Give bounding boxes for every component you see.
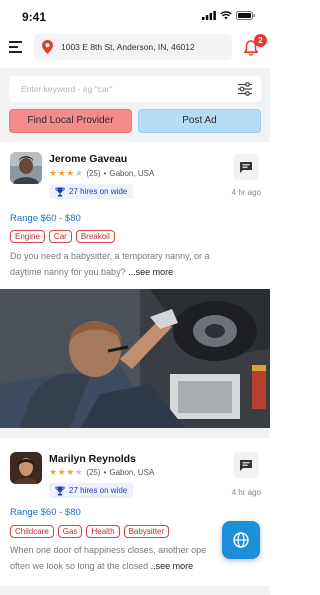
time-ago: 4 hr ago xyxy=(231,188,261,197)
search-input[interactable] xyxy=(21,82,221,96)
description-text: often we look so long at the closed xyxy=(10,561,149,571)
tag[interactable]: Gas xyxy=(57,525,83,538)
review-count: (25) xyxy=(86,468,101,477)
find-local-provider-button[interactable]: Find Local Provider xyxy=(9,109,132,133)
language-fab[interactable] xyxy=(222,521,260,559)
trophy-icon xyxy=(55,486,65,495)
time-ago: 4 hr ago xyxy=(231,488,261,497)
star-icon: ★ xyxy=(66,467,75,477)
tag[interactable]: Engine xyxy=(10,230,45,243)
star-icon: ★ xyxy=(49,467,58,477)
listing-photo[interactable] xyxy=(0,289,270,428)
see-more-link[interactable]: ...see more xyxy=(128,267,173,277)
trophy-icon xyxy=(55,187,65,196)
card-divider xyxy=(0,428,270,438)
filter-icon[interactable] xyxy=(238,82,252,96)
description-line: Do you need a babysitter, a temporary na… xyxy=(10,251,210,261)
description-line: often we look so long at the closed ..se… xyxy=(10,558,262,574)
star-icon: ★ xyxy=(66,168,75,178)
app-header: 1003 E 8th St, Anderson, IN, 46012 2 xyxy=(0,30,270,68)
avatar xyxy=(10,452,42,484)
hires-text: 27 hires on wide xyxy=(69,486,128,495)
avatar xyxy=(10,152,42,184)
menu-icon[interactable] xyxy=(9,41,22,53)
chat-button[interactable] xyxy=(233,452,259,478)
hires-badge: 27 hires on wide xyxy=(49,184,134,199)
star-icon: ★ xyxy=(74,168,83,178)
wifi-icon xyxy=(220,11,232,20)
tag[interactable]: Car xyxy=(48,230,72,243)
rating-row: ★ ★ ★ ★ (25) • Gabon, USA xyxy=(49,467,154,478)
tag[interactable]: Breakoil xyxy=(75,230,115,243)
provider-name: Marilyn Reynolds xyxy=(49,453,136,465)
tag[interactable]: Health xyxy=(86,525,120,538)
provider-name: Jerome Gaveau xyxy=(49,153,128,165)
star-icon: ★ xyxy=(49,168,58,178)
meta-separator: • xyxy=(103,169,107,178)
location-selector[interactable]: 1003 E 8th St, Anderson, IN, 46012 xyxy=(34,34,232,60)
description-line: daytime nanny for you baby? ...see more xyxy=(10,264,262,280)
description-text: daytime nanny for you baby? xyxy=(10,267,126,277)
tag-list: Childcare Gas Health Babysitter xyxy=(10,525,170,538)
battery-icon xyxy=(236,11,255,20)
price-range: Range $60 - $80 xyxy=(10,213,81,224)
chat-icon xyxy=(240,460,252,471)
rating-row: ★ ★ ★ ★ (25) • Gabon, USA xyxy=(49,168,154,179)
provider-location: Gabon, USA xyxy=(109,468,155,477)
notification-badge: 2 xyxy=(254,34,267,47)
chat-button[interactable] xyxy=(233,154,259,180)
status-time: 9:41 xyxy=(22,10,47,24)
location-text: 1003 E 8th St, Anderson, IN, 46012 xyxy=(61,42,195,52)
tag[interactable]: Babysitter xyxy=(123,525,170,538)
signal-icon xyxy=(202,11,216,20)
status-bar: 9:41 xyxy=(0,0,270,30)
listing-card[interactable]: Marilyn Reynolds ★ ★ ★ ★ (25) • Gabon, USA … xyxy=(0,438,270,586)
star-icon: ★ xyxy=(57,168,66,178)
hires-badge: 27 hires on wide xyxy=(49,483,134,498)
tag[interactable]: Childcare xyxy=(10,525,54,538)
see-more-link[interactable]: ..see more xyxy=(151,561,194,571)
star-icon: ★ xyxy=(74,467,83,477)
status-icons xyxy=(202,11,256,20)
listing-card[interactable]: Jerome Gaveau ★ ★ ★ ★ (25) • Gabon, USA 27 … xyxy=(0,142,270,289)
bottom-divider xyxy=(0,586,270,595)
tag-list: Engine Car Breakoil xyxy=(10,230,115,243)
price-range: Range $60 - $80 xyxy=(10,507,81,518)
location-pin-icon xyxy=(42,40,53,54)
chat-icon xyxy=(240,162,252,173)
provider-location: Gabon, USA xyxy=(109,169,155,178)
post-ad-button[interactable]: Post Ad xyxy=(138,109,261,133)
notifications-button[interactable]: 2 xyxy=(243,34,267,58)
globe-icon xyxy=(233,532,249,548)
star-icon: ★ xyxy=(57,467,66,477)
meta-separator: • xyxy=(103,468,107,477)
description: Do you need a babysitter, a temporary na… xyxy=(10,248,262,280)
search-bar xyxy=(9,76,261,102)
review-count: (25) xyxy=(86,169,101,178)
hires-text: 27 hires on wide xyxy=(69,187,128,196)
